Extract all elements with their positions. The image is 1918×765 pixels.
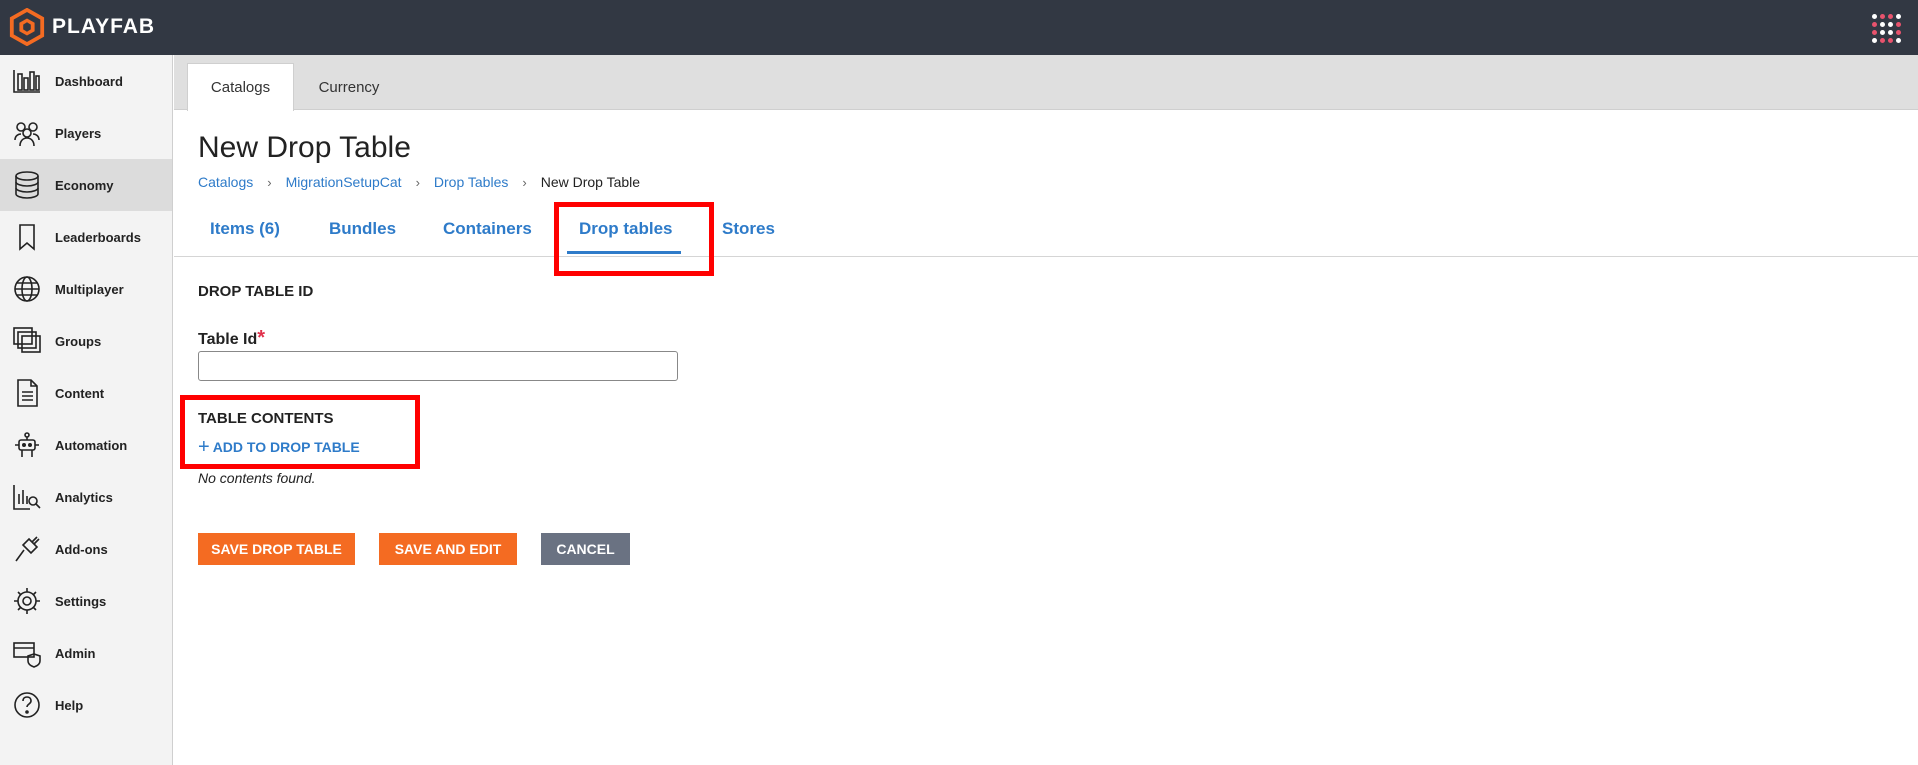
sidebar-item-label: Content bbox=[55, 385, 105, 401]
table-id-label-text: Table Id bbox=[198, 331, 258, 348]
sidebar-item-label: Leaderboards bbox=[55, 229, 141, 245]
economy-subtabs: Catalogs Currency bbox=[174, 55, 1918, 111]
admin-shield-icon bbox=[12, 638, 42, 668]
save-drop-table-button[interactable]: SAVE DROP TABLE bbox=[198, 533, 355, 565]
brand-name: PLAYFAB bbox=[52, 15, 156, 38]
tab-bundles[interactable]: Bundles bbox=[329, 219, 396, 239]
sidebar-item-help[interactable]: Help bbox=[0, 679, 172, 731]
analytics-icon bbox=[12, 482, 42, 512]
sidebar-item-leaderboards[interactable]: Leaderboards bbox=[0, 211, 172, 263]
bar-chart-icon bbox=[12, 66, 42, 96]
sidebar-item-automation[interactable]: Automation bbox=[0, 419, 172, 471]
chevron-right-icon: › bbox=[415, 174, 420, 190]
sidebar-item-label: Multiplayer bbox=[55, 281, 124, 297]
sidebar-item-groups[interactable]: Groups bbox=[0, 315, 172, 367]
sidebar-item-players[interactable]: Players bbox=[0, 107, 172, 159]
chevron-right-icon: › bbox=[522, 174, 527, 190]
save-and-edit-button[interactable]: SAVE AND EDIT bbox=[379, 533, 517, 565]
sidebar-item-economy[interactable]: Economy bbox=[0, 159, 172, 211]
robot-icon bbox=[12, 430, 42, 460]
bookmark-icon bbox=[12, 222, 42, 252]
sidebar-item-content[interactable]: Content bbox=[0, 367, 172, 419]
sidebar-item-multiplayer[interactable]: Multiplayer bbox=[0, 263, 172, 315]
add-to-drop-table-label: ADD TO DROP TABLE bbox=[212, 439, 360, 455]
help-icon bbox=[12, 690, 42, 720]
subtab-catalogs[interactable]: Catalogs bbox=[187, 63, 294, 111]
sidebar: Dashboard Players Economy Leaderboards M… bbox=[0, 55, 173, 765]
section-title-drop-table-id: DROP TABLE ID bbox=[198, 283, 314, 300]
breadcrumb-catalogs[interactable]: Catalogs bbox=[198, 174, 253, 190]
sidebar-item-admin[interactable]: Admin bbox=[0, 627, 172, 679]
sidebar-item-label: Automation bbox=[55, 437, 128, 453]
highlight-box-table-contents bbox=[180, 395, 420, 469]
sidebar-item-label: Help bbox=[55, 697, 84, 713]
sidebar-item-label: Economy bbox=[55, 177, 114, 193]
sidebar-item-label: Groups bbox=[55, 333, 102, 349]
playfab-logo[interactable]: PLAYFAB bbox=[8, 8, 155, 46]
breadcrumb-catalog[interactable]: MigrationSetupCat bbox=[286, 174, 402, 190]
globe-icon bbox=[12, 274, 42, 304]
table-id-label: Table Id* bbox=[198, 327, 265, 350]
sidebar-item-label: Dashboard bbox=[55, 73, 123, 89]
tab-items[interactable]: Items (6) bbox=[210, 219, 280, 239]
groups-icon bbox=[12, 326, 42, 356]
cancel-button[interactable]: CANCEL bbox=[541, 533, 630, 565]
breadcrumb-drop-tables[interactable]: Drop Tables bbox=[434, 174, 508, 190]
tab-stores[interactable]: Stores bbox=[722, 219, 775, 239]
playfab-logo-icon bbox=[9, 8, 45, 46]
sidebar-item-label: Add-ons bbox=[55, 541, 108, 557]
sidebar-item-label: Settings bbox=[55, 593, 107, 609]
section-title-table-contents: TABLE CONTENTS bbox=[198, 410, 334, 427]
tab-containers[interactable]: Containers bbox=[443, 219, 532, 239]
app-launcher-icon[interactable] bbox=[1870, 12, 1902, 44]
sidebar-item-settings[interactable]: Settings bbox=[0, 575, 172, 627]
breadcrumb-current: New Drop Table bbox=[540, 174, 641, 190]
sidebar-item-label: Analytics bbox=[55, 489, 113, 505]
plug-icon bbox=[12, 534, 42, 564]
subtab-currency[interactable]: Currency bbox=[299, 63, 399, 111]
sidebar-item-analytics[interactable]: Analytics bbox=[0, 471, 172, 523]
catalog-tabs: Items (6) Bundles Containers Drop tables… bbox=[174, 201, 1918, 257]
sidebar-item-add-ons[interactable]: Add-ons bbox=[0, 523, 172, 575]
add-to-drop-table-link[interactable]: + ADD TO DROP TABLE bbox=[198, 436, 360, 458]
gear-icon bbox=[12, 586, 42, 616]
sidebar-item-dashboard[interactable]: Dashboard bbox=[0, 55, 172, 107]
chevron-right-icon: › bbox=[267, 174, 272, 190]
sidebar-item-label: Admin bbox=[55, 645, 96, 661]
table-id-input[interactable] bbox=[198, 351, 678, 381]
document-icon bbox=[12, 378, 42, 408]
players-icon bbox=[12, 118, 42, 148]
page-title: New Drop Table bbox=[198, 131, 411, 164]
breadcrumb: Catalogs › MigrationSetupCat › Drop Tabl… bbox=[198, 174, 640, 190]
sidebar-item-label: Players bbox=[55, 125, 102, 141]
empty-contents-note: No contents found. bbox=[198, 470, 316, 486]
highlight-box-drop-tables bbox=[554, 202, 714, 276]
database-icon bbox=[12, 170, 42, 200]
main-content: Catalogs Currency New Drop Table Catalog… bbox=[174, 55, 1918, 765]
required-marker: * bbox=[257, 327, 266, 349]
top-bar: PLAYFAB bbox=[0, 0, 1918, 55]
plus-icon: + bbox=[198, 436, 210, 458]
